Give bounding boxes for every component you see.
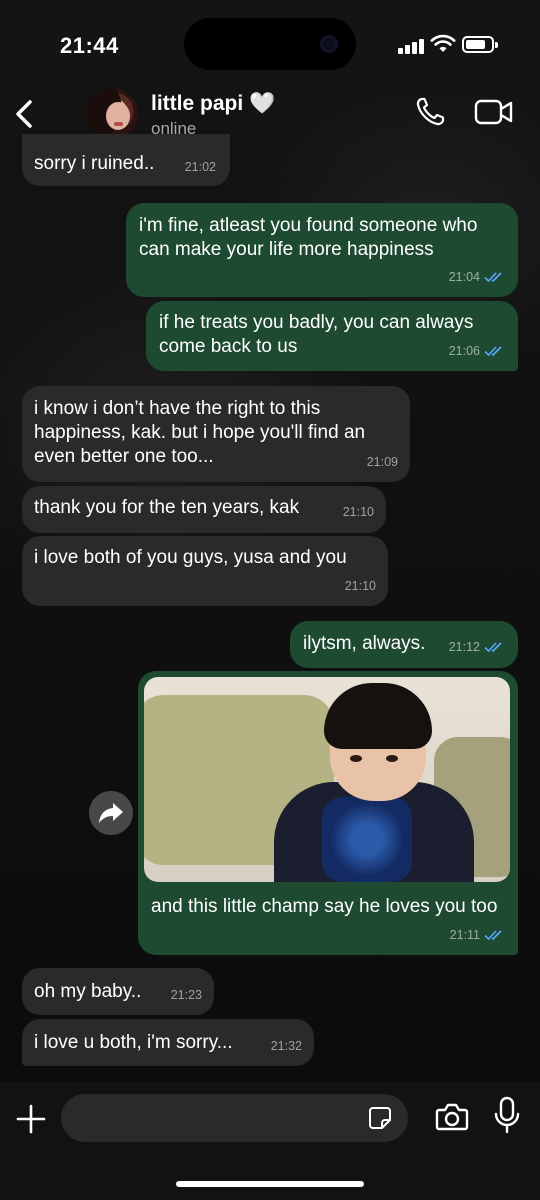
status-time: 21:44 [60,33,119,58]
message-time: 21:06 [448,344,480,358]
read-receipt-icon [484,272,502,283]
sticker-icon[interactable] [368,1106,392,1130]
message-time: 21:02 [184,160,216,174]
avatar[interactable] [86,88,138,140]
message-time: 21:04 [448,270,480,284]
message-incoming[interactable]: i love u both, i'm sorry... 21:32 [22,1019,314,1066]
read-receipt-icon [484,346,502,357]
message-input-bar [0,1082,540,1200]
message-outgoing[interactable]: ilytsm, always. 21:12 [290,621,518,668]
video-camera-icon[interactable] [474,98,514,126]
message-incoming[interactable]: i know i don’t have the right to this ha… [22,386,410,482]
dynamic-island [184,18,356,70]
message-time: 21:23 [170,988,202,1002]
message-time: 21:11 [449,928,480,942]
message-time: 21:12 [448,640,480,654]
message-incoming[interactable]: sorry i ruined.. 21:02 [22,134,230,186]
home-indicator [176,1181,364,1187]
back-chevron-icon[interactable] [10,94,40,134]
forward-button[interactable] [89,791,133,835]
plus-icon[interactable] [14,1102,48,1136]
message-outgoing-image[interactable]: and this little champ say he loves you t… [138,671,518,955]
contact-name[interactable]: little papi 🤍 [151,92,275,116]
message-time: 21:10 [344,579,376,593]
forward-icon [99,803,123,823]
message-incoming[interactable]: i love both of you guys, yusa and you 21… [22,536,388,606]
wifi-icon [430,34,456,52]
message-time: 21:10 [342,505,374,519]
camera-icon[interactable] [435,1100,469,1134]
message-incoming[interactable]: oh my baby.. 21:23 [22,968,214,1015]
status-bar: 21:44 [0,0,540,90]
read-receipt-icon [484,930,502,941]
phone-icon[interactable] [414,96,446,128]
message-input[interactable] [61,1094,408,1142]
microphone-icon[interactable] [494,1096,520,1136]
cellular-signal-icon [398,38,424,54]
battery-icon [462,36,498,53]
read-receipt-icon [484,642,502,653]
message-outgoing[interactable]: if he treats you badly, you can always c… [146,301,518,371]
message-time: 21:09 [366,455,398,469]
message-time: 21:32 [270,1039,302,1053]
message-outgoing[interactable]: i'm fine, atleast you found someone who … [126,203,518,297]
message-incoming[interactable]: thank you for the ten years, kak 21:10 [22,486,386,533]
shared-photo[interactable] [144,677,510,882]
